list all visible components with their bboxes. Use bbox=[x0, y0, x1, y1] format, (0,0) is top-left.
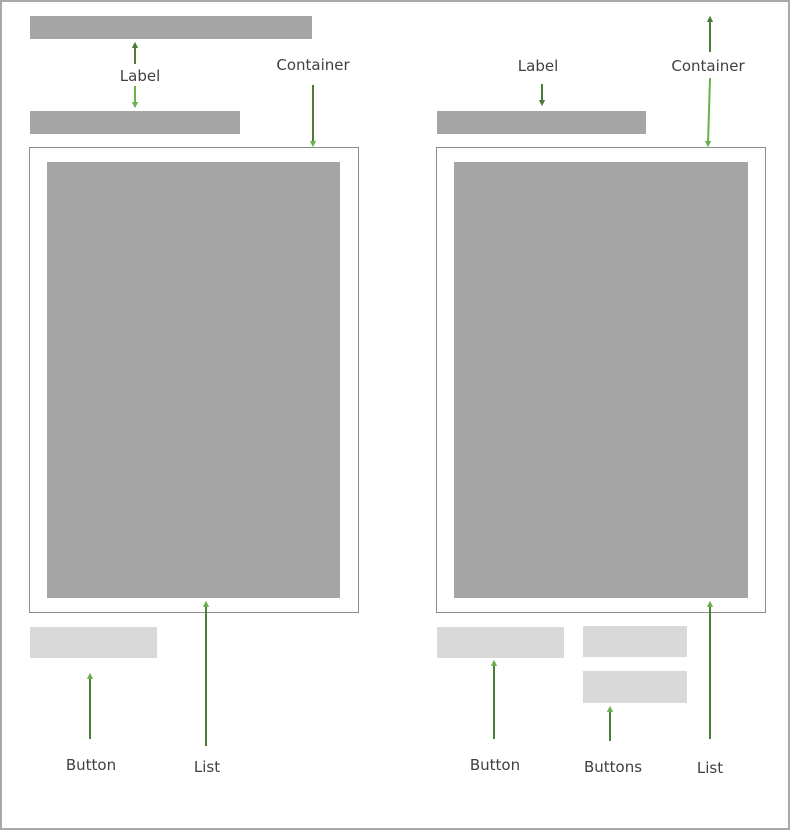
annotation-arrows bbox=[86, 15, 714, 746]
left-container-caption: Container bbox=[276, 56, 350, 74]
right-buttons-caption: Buttons bbox=[583, 758, 643, 776]
left-label-caption: Label bbox=[117, 67, 163, 85]
right-list-caption: List bbox=[696, 759, 724, 777]
wireframe-diagram: Label Container Button List Label Contai… bbox=[0, 0, 790, 830]
left-list-caption: List bbox=[193, 758, 221, 776]
left-button-caption: Button bbox=[65, 756, 117, 774]
right-container-caption: Container bbox=[669, 57, 747, 75]
right-button-caption: Button bbox=[469, 756, 521, 774]
right-label-caption: Label bbox=[517, 57, 559, 75]
right-container-arrow-down bbox=[704, 77, 712, 148]
